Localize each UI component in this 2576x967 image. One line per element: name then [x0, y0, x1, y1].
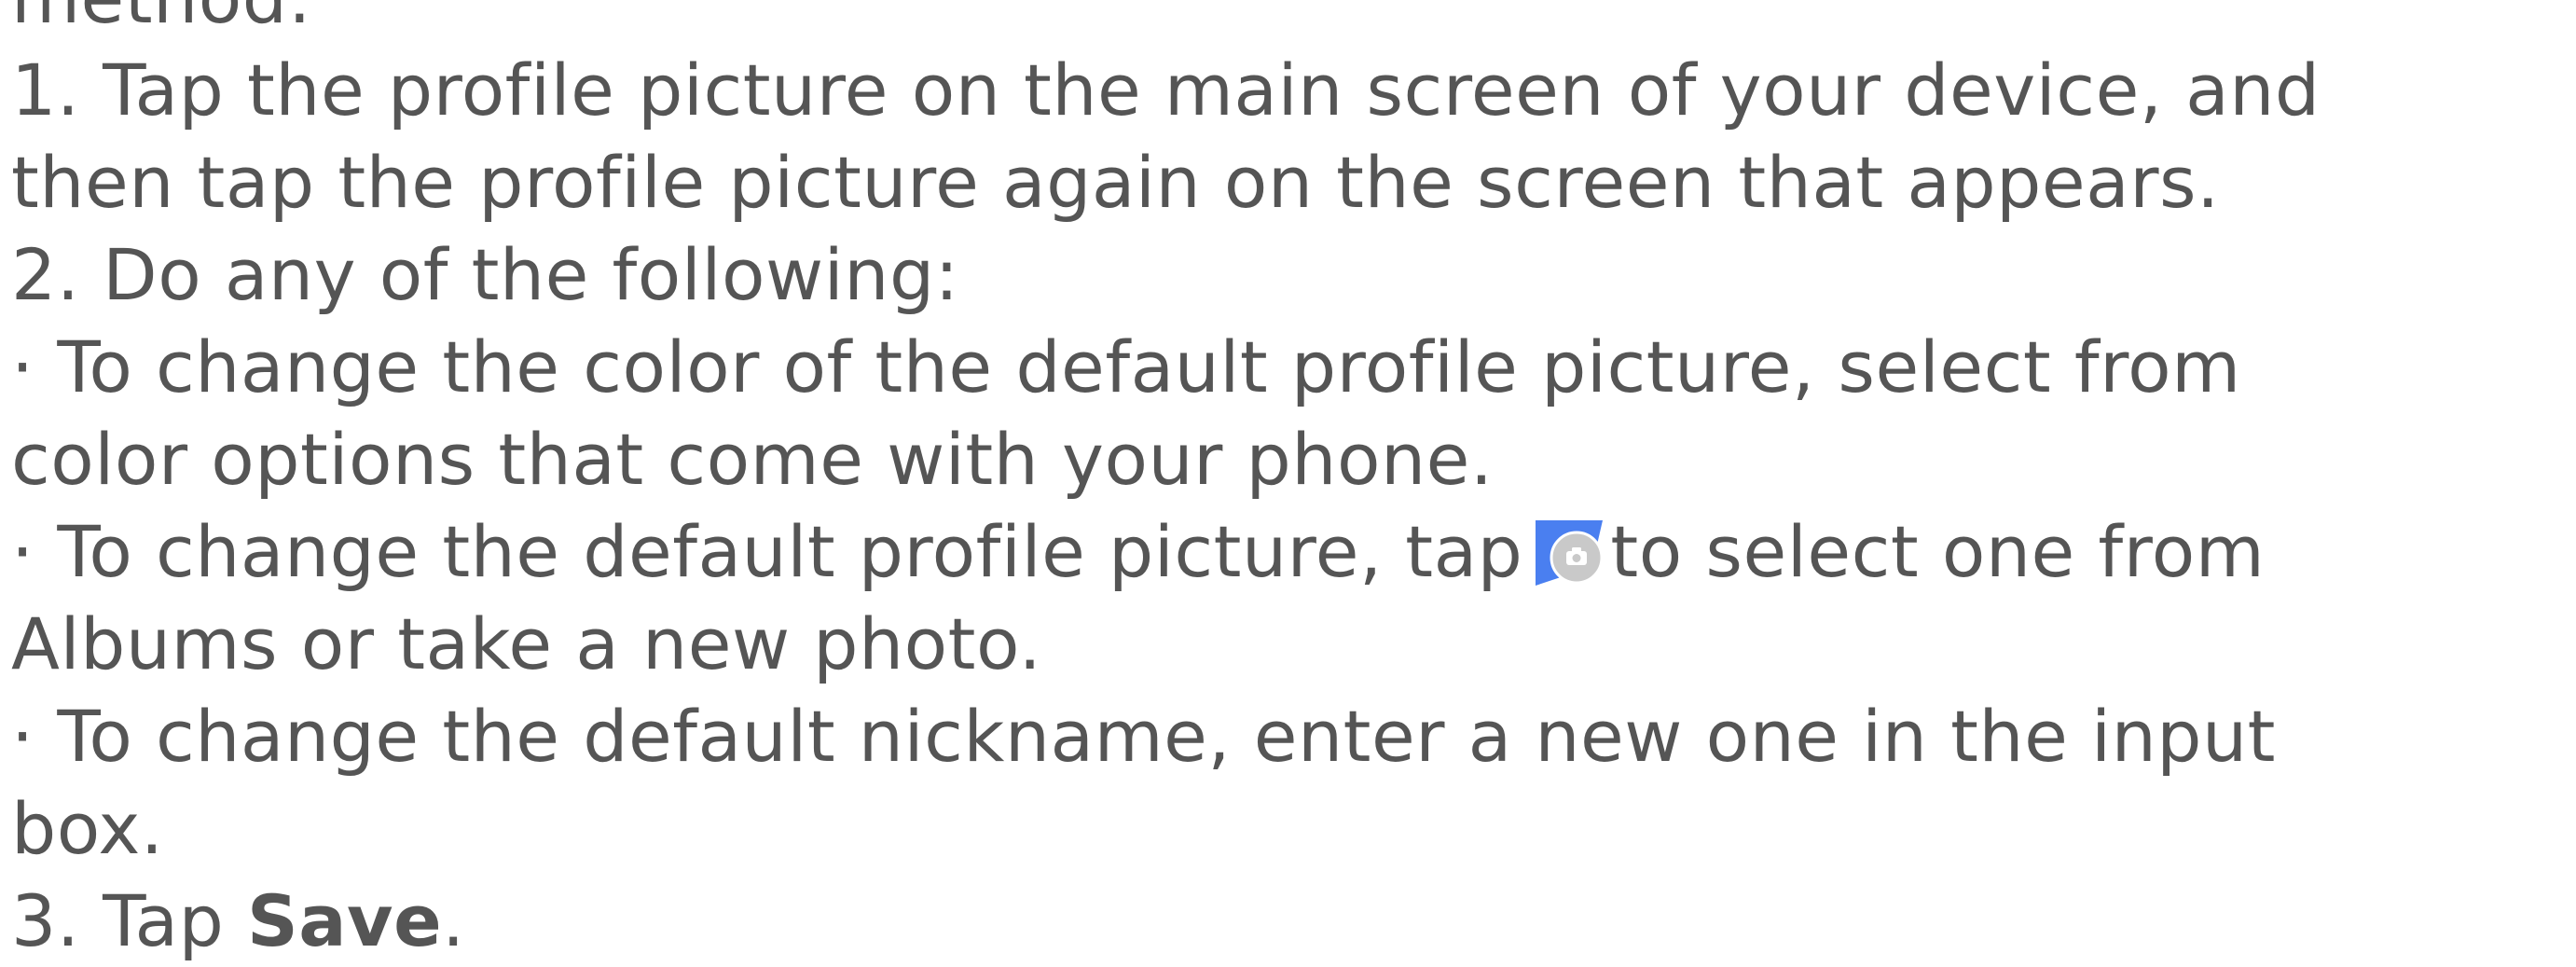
- partial-heading: method:: [11, 0, 2570, 44]
- save-label: Save: [247, 879, 443, 962]
- bullet-1-line-1: · To change the color of the default pro…: [11, 325, 2241, 408]
- bullet-3-line-1: · To change the default nickname, enter …: [11, 695, 2276, 778]
- bullet-2-text-after: to select one from: [1610, 510, 2266, 593]
- bullet-2-line-1: · To change the default profile picture,…: [11, 505, 2570, 598]
- step-3-prefix: 3. Tap: [11, 879, 225, 962]
- step-3: 3. Tap Save.: [11, 875, 2570, 967]
- camera-icon: [1536, 518, 1604, 586]
- bullet-2-text-before: · To change the default profile picture,…: [11, 510, 1523, 593]
- instructions-document: method: 1. Tap the profile picture on th…: [11, 0, 2570, 967]
- bullet-2-line-2: Albums or take a new photo.: [11, 602, 1042, 685]
- bullet-1-line-2: color options that come with your phone.: [11, 418, 1494, 501]
- bullet-3-line-2: box.: [11, 787, 164, 870]
- step-1-line-1: 1. Tap the profile picture on the main s…: [11, 48, 2321, 131]
- step-1-line-2: then tap the profile picture again on th…: [11, 141, 2220, 224]
- step-3-suffix: .: [442, 879, 465, 962]
- step-2: 2. Do any of the following:: [11, 233, 959, 316]
